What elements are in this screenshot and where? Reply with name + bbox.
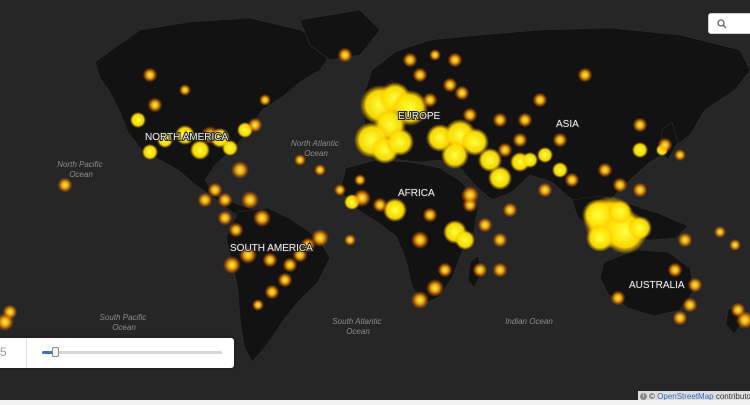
hotspot <box>147 97 163 113</box>
hotspot <box>422 207 438 223</box>
hotspot <box>217 210 233 226</box>
hotspot <box>714 226 726 238</box>
hotspot <box>223 256 241 274</box>
hotspot <box>142 67 158 83</box>
hotspot-dense <box>552 162 568 178</box>
hotspot <box>253 209 271 227</box>
hotspot <box>402 52 418 68</box>
hotspot <box>497 142 513 158</box>
hotspot <box>437 262 453 278</box>
hotspot <box>729 239 741 251</box>
hotspot <box>447 52 463 68</box>
hotspot <box>252 299 264 311</box>
hotspot <box>502 202 518 218</box>
hotspot <box>426 279 444 297</box>
hotspot <box>564 172 580 188</box>
hotspot <box>57 177 73 193</box>
label-australia: AUSTRALIA <box>629 280 685 291</box>
hotspot <box>277 272 293 288</box>
search-control[interactable] <box>708 13 750 34</box>
hotspot <box>597 162 613 178</box>
hotspot-dense <box>130 112 146 128</box>
hotspot <box>353 189 371 207</box>
hotspot <box>612 177 628 193</box>
hotspot-dense <box>441 141 469 169</box>
hotspot <box>179 84 191 96</box>
hotspot <box>454 85 470 101</box>
hotspot-dense <box>488 166 512 190</box>
hotspot-dense <box>608 200 632 224</box>
slider-divider <box>26 338 27 368</box>
hotspot <box>247 117 263 133</box>
label-europe: EUROPE <box>398 111 441 122</box>
hotspot <box>461 186 479 204</box>
hotspot <box>632 182 648 198</box>
label-asia: ASIA <box>556 119 579 130</box>
hotspot <box>657 137 673 153</box>
hotspot-dense <box>142 144 158 160</box>
hotspot <box>674 149 686 161</box>
hotspot-dense <box>628 216 652 240</box>
hotspot <box>577 67 593 83</box>
slider-thumb[interactable] <box>51 347 59 357</box>
hotspot <box>517 112 533 128</box>
hotspot <box>672 310 688 326</box>
hotspot <box>492 112 508 128</box>
slider-value: 5 <box>0 345 7 359</box>
hotspot-dense <box>386 128 414 156</box>
hotspot <box>632 117 648 133</box>
hotspot <box>372 197 388 213</box>
hotspot <box>462 107 478 123</box>
time-slider-panel: 5 <box>0 338 234 368</box>
hotspot <box>337 47 353 63</box>
hotspot <box>344 234 356 246</box>
hotspot <box>422 92 438 108</box>
label-north-america: NORTH AMERICA <box>145 132 228 143</box>
label-south-america: SOUTH AMERICA <box>230 243 313 254</box>
hotspot <box>411 231 429 249</box>
slider-track[interactable] <box>42 347 222 357</box>
hotspot <box>492 232 508 248</box>
hotspot <box>552 132 568 148</box>
hotspot <box>228 222 244 238</box>
hotspot <box>537 182 553 198</box>
hotspot-dense <box>537 147 553 163</box>
hotspot-dense <box>632 142 648 158</box>
hotspot <box>412 67 428 83</box>
hotspot-dense <box>586 224 614 252</box>
hotspot <box>241 191 259 209</box>
hotspot <box>197 192 213 208</box>
hotspot <box>512 132 528 148</box>
hotspot <box>334 184 346 196</box>
label-indian-ocean: Indian Ocean <box>505 317 553 326</box>
hotspot <box>429 49 441 61</box>
label-africa: AFRICA <box>398 188 435 199</box>
search-icon <box>717 19 727 29</box>
hotspot <box>231 161 249 179</box>
hotspot <box>264 284 280 300</box>
hotspot <box>730 302 746 318</box>
hotspot <box>477 217 493 233</box>
hotspot <box>687 277 703 293</box>
hotspot <box>354 174 366 186</box>
hotspot <box>217 192 233 208</box>
hotspot <box>667 262 683 278</box>
hotspot <box>259 94 271 106</box>
hotspot <box>682 297 698 313</box>
hotspot <box>314 164 326 176</box>
bottom-strip <box>0 400 750 405</box>
hotspot <box>610 290 626 306</box>
hotspot-dense <box>522 152 538 168</box>
hotspot-dense <box>455 230 475 250</box>
hotspot <box>262 252 278 268</box>
hotspot <box>677 232 693 248</box>
hotspot <box>532 92 548 108</box>
hotspot <box>472 262 488 278</box>
hotspot <box>411 291 429 309</box>
hotspot <box>492 262 508 278</box>
